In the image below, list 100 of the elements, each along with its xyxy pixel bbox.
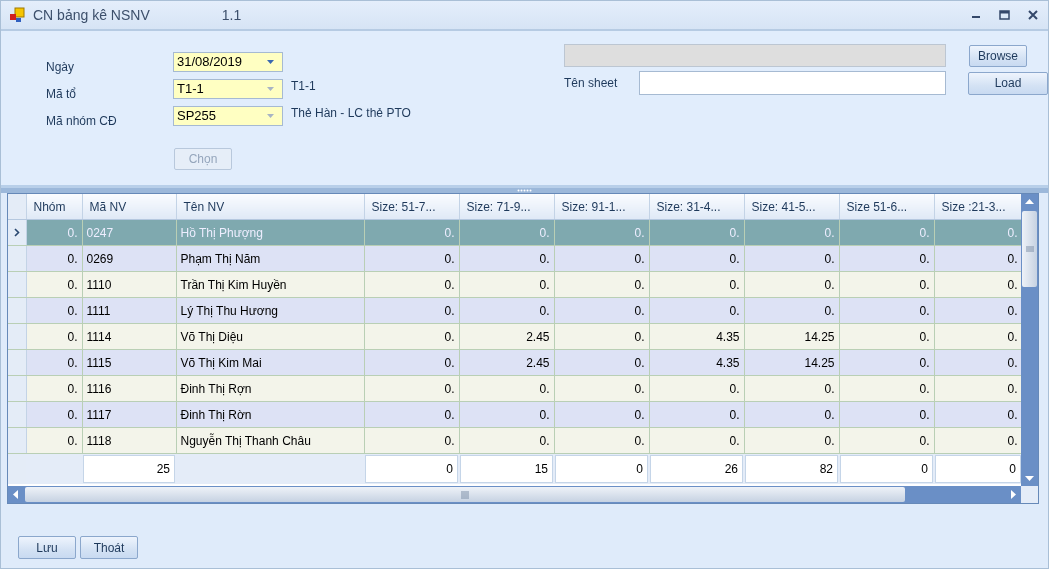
table-cell: 0. [839, 297, 934, 324]
table-cell: 0. [839, 349, 934, 376]
table-cell: 0. [364, 271, 459, 298]
table-cell: 0. [744, 245, 839, 272]
total-cell: 0 [555, 455, 648, 483]
total-cell: 15 [460, 455, 553, 483]
horizontal-scrollbar-thumb[interactable] [25, 487, 905, 502]
table-cell: Đinh Thị Rợn [176, 375, 364, 402]
table-cell: 0. [744, 271, 839, 298]
table-cell: Võ Thị Kim Mai [176, 349, 364, 376]
splitter-grip-icon[interactable] [516, 189, 533, 192]
table-cell: 0. [744, 297, 839, 324]
table-cell: 0. [934, 349, 1021, 376]
table-cell: 0. [554, 427, 649, 454]
column-header[interactable]: Size: 31-4... [649, 194, 744, 220]
table-cell: 0. [839, 427, 934, 454]
table-cell: 1116 [82, 375, 176, 402]
table-cell: 1118 [82, 427, 176, 454]
table-cell: 0. [554, 375, 649, 402]
file-path-field[interactable] [564, 44, 946, 67]
table-cell: 0. [934, 401, 1021, 428]
footer-button[interactable]: Lưu [18, 536, 76, 559]
sheet-label: Tên sheet [564, 76, 619, 90]
table-cell: 0. [934, 375, 1021, 402]
table-cell: 0. [649, 245, 744, 272]
column-header[interactable]: Size 51-6... [839, 194, 934, 220]
maximize-icon[interactable] [999, 10, 1010, 20]
app-icon [9, 7, 25, 23]
column-header[interactable]: Size: 91-1... [554, 194, 649, 220]
column-header[interactable]: Size: 41-5... [744, 194, 839, 220]
table-cell: 0. [459, 401, 554, 428]
table-cell: 0. [364, 401, 459, 428]
table-cell: 0. [649, 219, 744, 246]
column-header[interactable]: Nhóm [26, 194, 82, 220]
table-cell: 0. [364, 297, 459, 324]
table-cell: 14.25 [744, 349, 839, 376]
close-icon[interactable] [1028, 10, 1038, 20]
field-label: Mã tổ [46, 86, 77, 101]
version-label: 1.1 [221, 7, 242, 23]
total-cell: 0 [935, 455, 1021, 483]
table-cell: 1114 [82, 323, 176, 350]
table-cell: 2.45 [459, 349, 554, 376]
table-cell: 1111 [82, 297, 176, 324]
table-cell: 0. [839, 401, 934, 428]
vertical-scrollbar-thumb[interactable] [1022, 211, 1037, 287]
table-cell: Đinh Thị Rờn [176, 401, 364, 428]
table-cell: 0. [554, 271, 649, 298]
table-cell: 0. [839, 323, 934, 350]
sheet-name-field[interactable] [639, 71, 946, 95]
total-cell: 82 [745, 455, 838, 483]
column-header[interactable]: Tên NV [176, 194, 364, 220]
table-cell: 0. [459, 219, 554, 246]
scrollbar-corner [1021, 486, 1038, 503]
table-cell: 0. [649, 375, 744, 402]
column-header[interactable]: Mã NV [82, 194, 176, 220]
table-cell: 0. [364, 219, 459, 246]
table-cell: 4.35 [649, 349, 744, 376]
dropdown-icon[interactable] [267, 59, 274, 64]
table-cell: 0. [649, 401, 744, 428]
table-cell: 1117 [82, 401, 176, 428]
footer-button[interactable]: Thoát [80, 536, 138, 559]
table-cell: 0. [744, 219, 839, 246]
table-cell: 0. [459, 297, 554, 324]
table-cell: Trần Thị Kim Huyền [176, 271, 364, 298]
column-header[interactable]: Size :21-3... [934, 194, 1021, 220]
table-cell: Phạm Thị Năm [176, 245, 364, 272]
table-cell: 0. [364, 349, 459, 376]
total-cell: 26 [650, 455, 743, 483]
table-cell: 2.45 [459, 323, 554, 350]
table-cell: 0. [554, 245, 649, 272]
table-cell: 0. [554, 323, 649, 350]
total-cell: 0 [365, 455, 458, 483]
combo-box[interactable]: 31/08/2019 [173, 51, 283, 72]
table-cell: 1115 [82, 349, 176, 376]
table-cell: 0. [554, 349, 649, 376]
column-header[interactable]: Size: 51-7... [364, 194, 459, 220]
table-cell: 1110 [82, 271, 176, 298]
table-cell: 0. [459, 245, 554, 272]
table-cell: 0. [934, 219, 1021, 246]
total-cell: 0 [840, 455, 933, 483]
table-cell: 0. [364, 427, 459, 454]
table-cell: Nguyễn Thị Thanh Châu [176, 427, 364, 454]
table-cell: 0. [934, 245, 1021, 272]
table-cell: 0. [744, 427, 839, 454]
table-cell: 0. [744, 375, 839, 402]
table-cell: 0. [839, 219, 934, 246]
table-cell: 0. [364, 375, 459, 402]
field-label: Mã nhóm CĐ [46, 113, 118, 128]
table-cell: 0. [934, 271, 1021, 298]
load-button[interactable]: Load [968, 71, 1048, 95]
field-label: Ngày [46, 59, 75, 74]
table-cell: 0. [934, 427, 1021, 454]
table-cell: 0. [839, 245, 934, 272]
column-header[interactable]: Size: 71-9... [459, 194, 554, 220]
window-title: CN bảng kê NSNV [33, 7, 150, 23]
table-cell: 0. [839, 271, 934, 298]
browse-button[interactable]: Browse [969, 44, 1027, 67]
table-cell: 0. [459, 375, 554, 402]
table-cell: 0. [459, 427, 554, 454]
table-cell: 0. [554, 297, 649, 324]
